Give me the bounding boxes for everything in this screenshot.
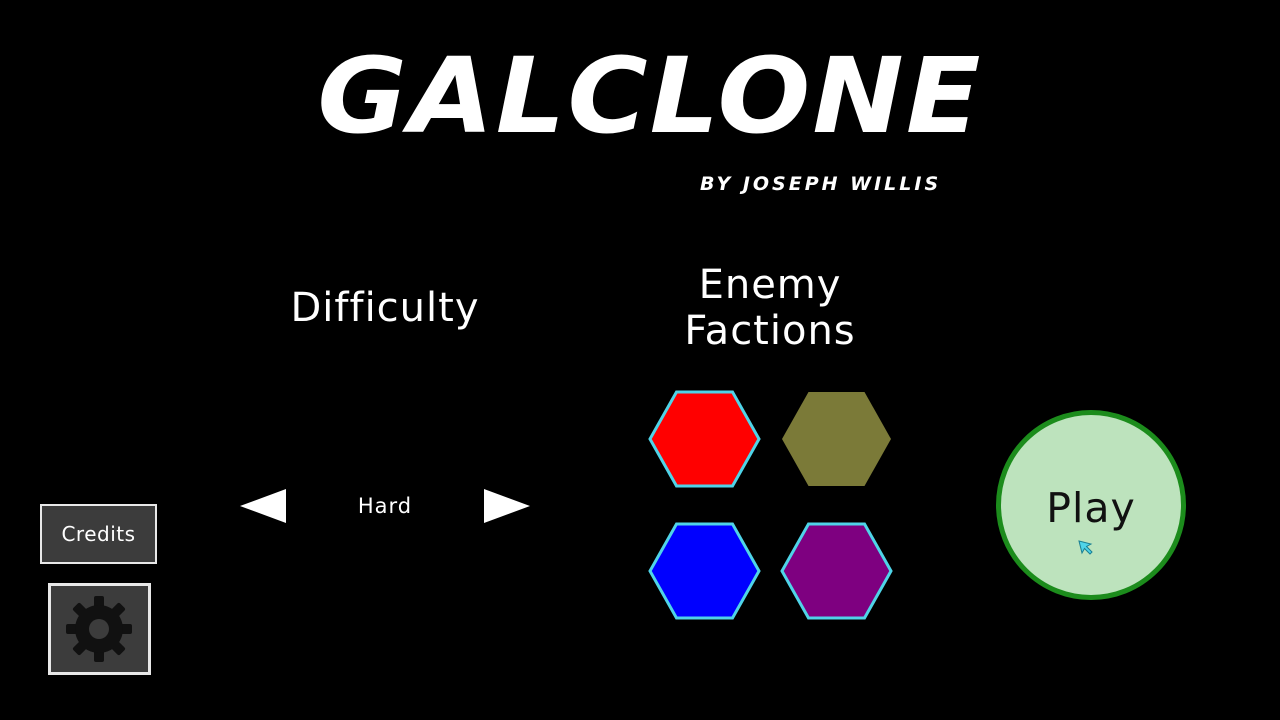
gear-icon	[66, 596, 132, 662]
author-credit: BY JOSEPH WILLIS	[700, 173, 942, 195]
difficulty-next-arrow-icon[interactable]	[484, 489, 530, 523]
faction-hex-red[interactable]	[648, 389, 761, 489]
faction-hex-purple[interactable]	[780, 521, 893, 621]
hexagon-icon	[780, 522, 893, 620]
cursor-arrow-icon	[1078, 540, 1093, 555]
faction-hex-blue[interactable]	[648, 521, 761, 621]
hexagon-icon	[648, 522, 761, 620]
difficulty-heading: Difficulty	[290, 285, 480, 331]
credits-button[interactable]: Credits	[40, 504, 157, 564]
play-button-label: Play	[1046, 484, 1136, 532]
main-menu-screen: GALCLONE BY JOSEPH WILLIS Difficulty Har…	[0, 0, 1280, 720]
enemy-factions-heading-line2: Factions	[684, 308, 856, 354]
enemy-factions-heading-line1: Enemy	[698, 262, 842, 308]
difficulty-prev-arrow-icon[interactable]	[240, 489, 286, 523]
difficulty-value: Hard	[357, 494, 413, 518]
game-title-logo: GALCLONE	[317, 35, 983, 157]
play-button[interactable]: Play	[996, 410, 1186, 600]
settings-button[interactable]	[48, 583, 151, 675]
faction-hex-olive[interactable]	[780, 389, 893, 489]
hexagon-icon	[782, 392, 891, 486]
enemy-factions-heading: Enemy Factions	[620, 262, 920, 354]
hexagon-icon	[648, 390, 761, 488]
